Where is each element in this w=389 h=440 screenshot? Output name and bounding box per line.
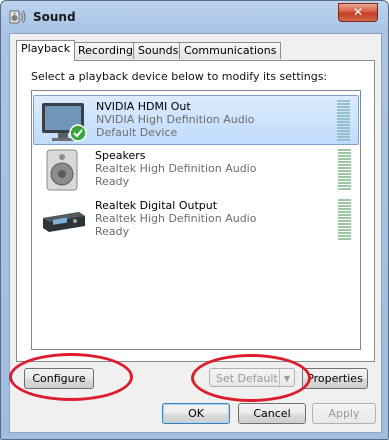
device-status: Default Device [96,126,178,139]
device-status: Ready [95,225,130,238]
device-name: NVIDIA HDMI Out [96,100,191,113]
speaker-app-icon [9,10,26,24]
device-driver: Realtek High Definition Audio [95,212,257,225]
device-item-realtek-digital-output[interactable]: Realtek Digital Output Realtek High Defi… [33,195,359,245]
monitor-icon [42,103,87,142]
device-item-speakers[interactable]: Speakers Realtek High Definition Audio R… [33,145,359,195]
volume-meter [338,199,351,241]
annotation-oval-set-default [191,354,311,402]
volume-meter [337,100,350,142]
window-title: Sound [33,10,76,24]
device-driver: Realtek High Definition Audio [95,162,257,175]
instruction-text: Select a playback device below to modify… [31,70,328,83]
tab-recording[interactable]: Recording [73,42,139,59]
device-name: Speakers [95,149,146,162]
device-driver: NVIDIA High Definition Audio [96,113,255,126]
tab-communications[interactable]: Communications [179,42,282,59]
title-bar[interactable]: Sound ✕ [1,1,388,33]
device-list[interactable]: NVIDIA HDMI Out NVIDIA High Definition A… [31,90,361,350]
sound-dialog: Sound ✕ Playback Recording Sounds Commun… [0,0,389,440]
speaker-icon [46,149,78,191]
apply-button[interactable]: Apply [312,403,376,424]
playback-panel: Select a playback device below to modify… [16,60,375,362]
annotation-oval-configure [9,353,133,401]
cancel-button[interactable]: Cancel [238,403,306,424]
tab-sounds[interactable]: Sounds [133,42,184,59]
device-item-nvidia-hdmi-out[interactable]: NVIDIA HDMI Out NVIDIA High Definition A… [33,95,359,145]
device-status: Ready [95,175,130,188]
digital-output-icon [43,212,85,232]
volume-meter [338,149,351,191]
device-name: Realtek Digital Output [95,199,218,212]
properties-button[interactable]: Properties [302,368,368,389]
close-button[interactable]: ✕ [338,3,378,22]
tab-playback[interactable]: Playback [16,40,76,61]
ok-button[interactable]: OK [162,403,230,424]
